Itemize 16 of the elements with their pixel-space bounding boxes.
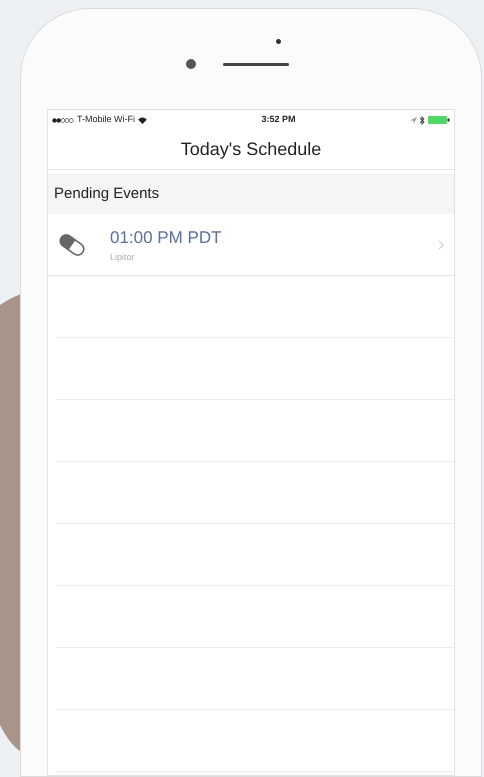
location-icon [410, 116, 417, 124]
event-medication: Lipitor [110, 250, 136, 264]
nav-title: Today's Schedule [180, 138, 322, 161]
event-row[interactable]: 01:00 PM PDT Lipitor [48, 214, 454, 276]
bluetooth-icon [420, 116, 425, 124]
status-time: 3:52 PM [261, 113, 296, 126]
speaker-icon [223, 63, 289, 66]
event-time: 01:00 PM PDT [110, 227, 222, 249]
chevron-icon [438, 240, 444, 250]
wifi-icon [138, 116, 147, 124]
camera-icon [276, 39, 281, 44]
section-header: Pending Events [48, 174, 454, 214]
front-camera-icon [186, 59, 196, 69]
carrier-name: T-Mobile Wi-Fi [77, 113, 135, 126]
signal-icon [52, 118, 74, 122]
battery-icon [428, 116, 450, 124]
